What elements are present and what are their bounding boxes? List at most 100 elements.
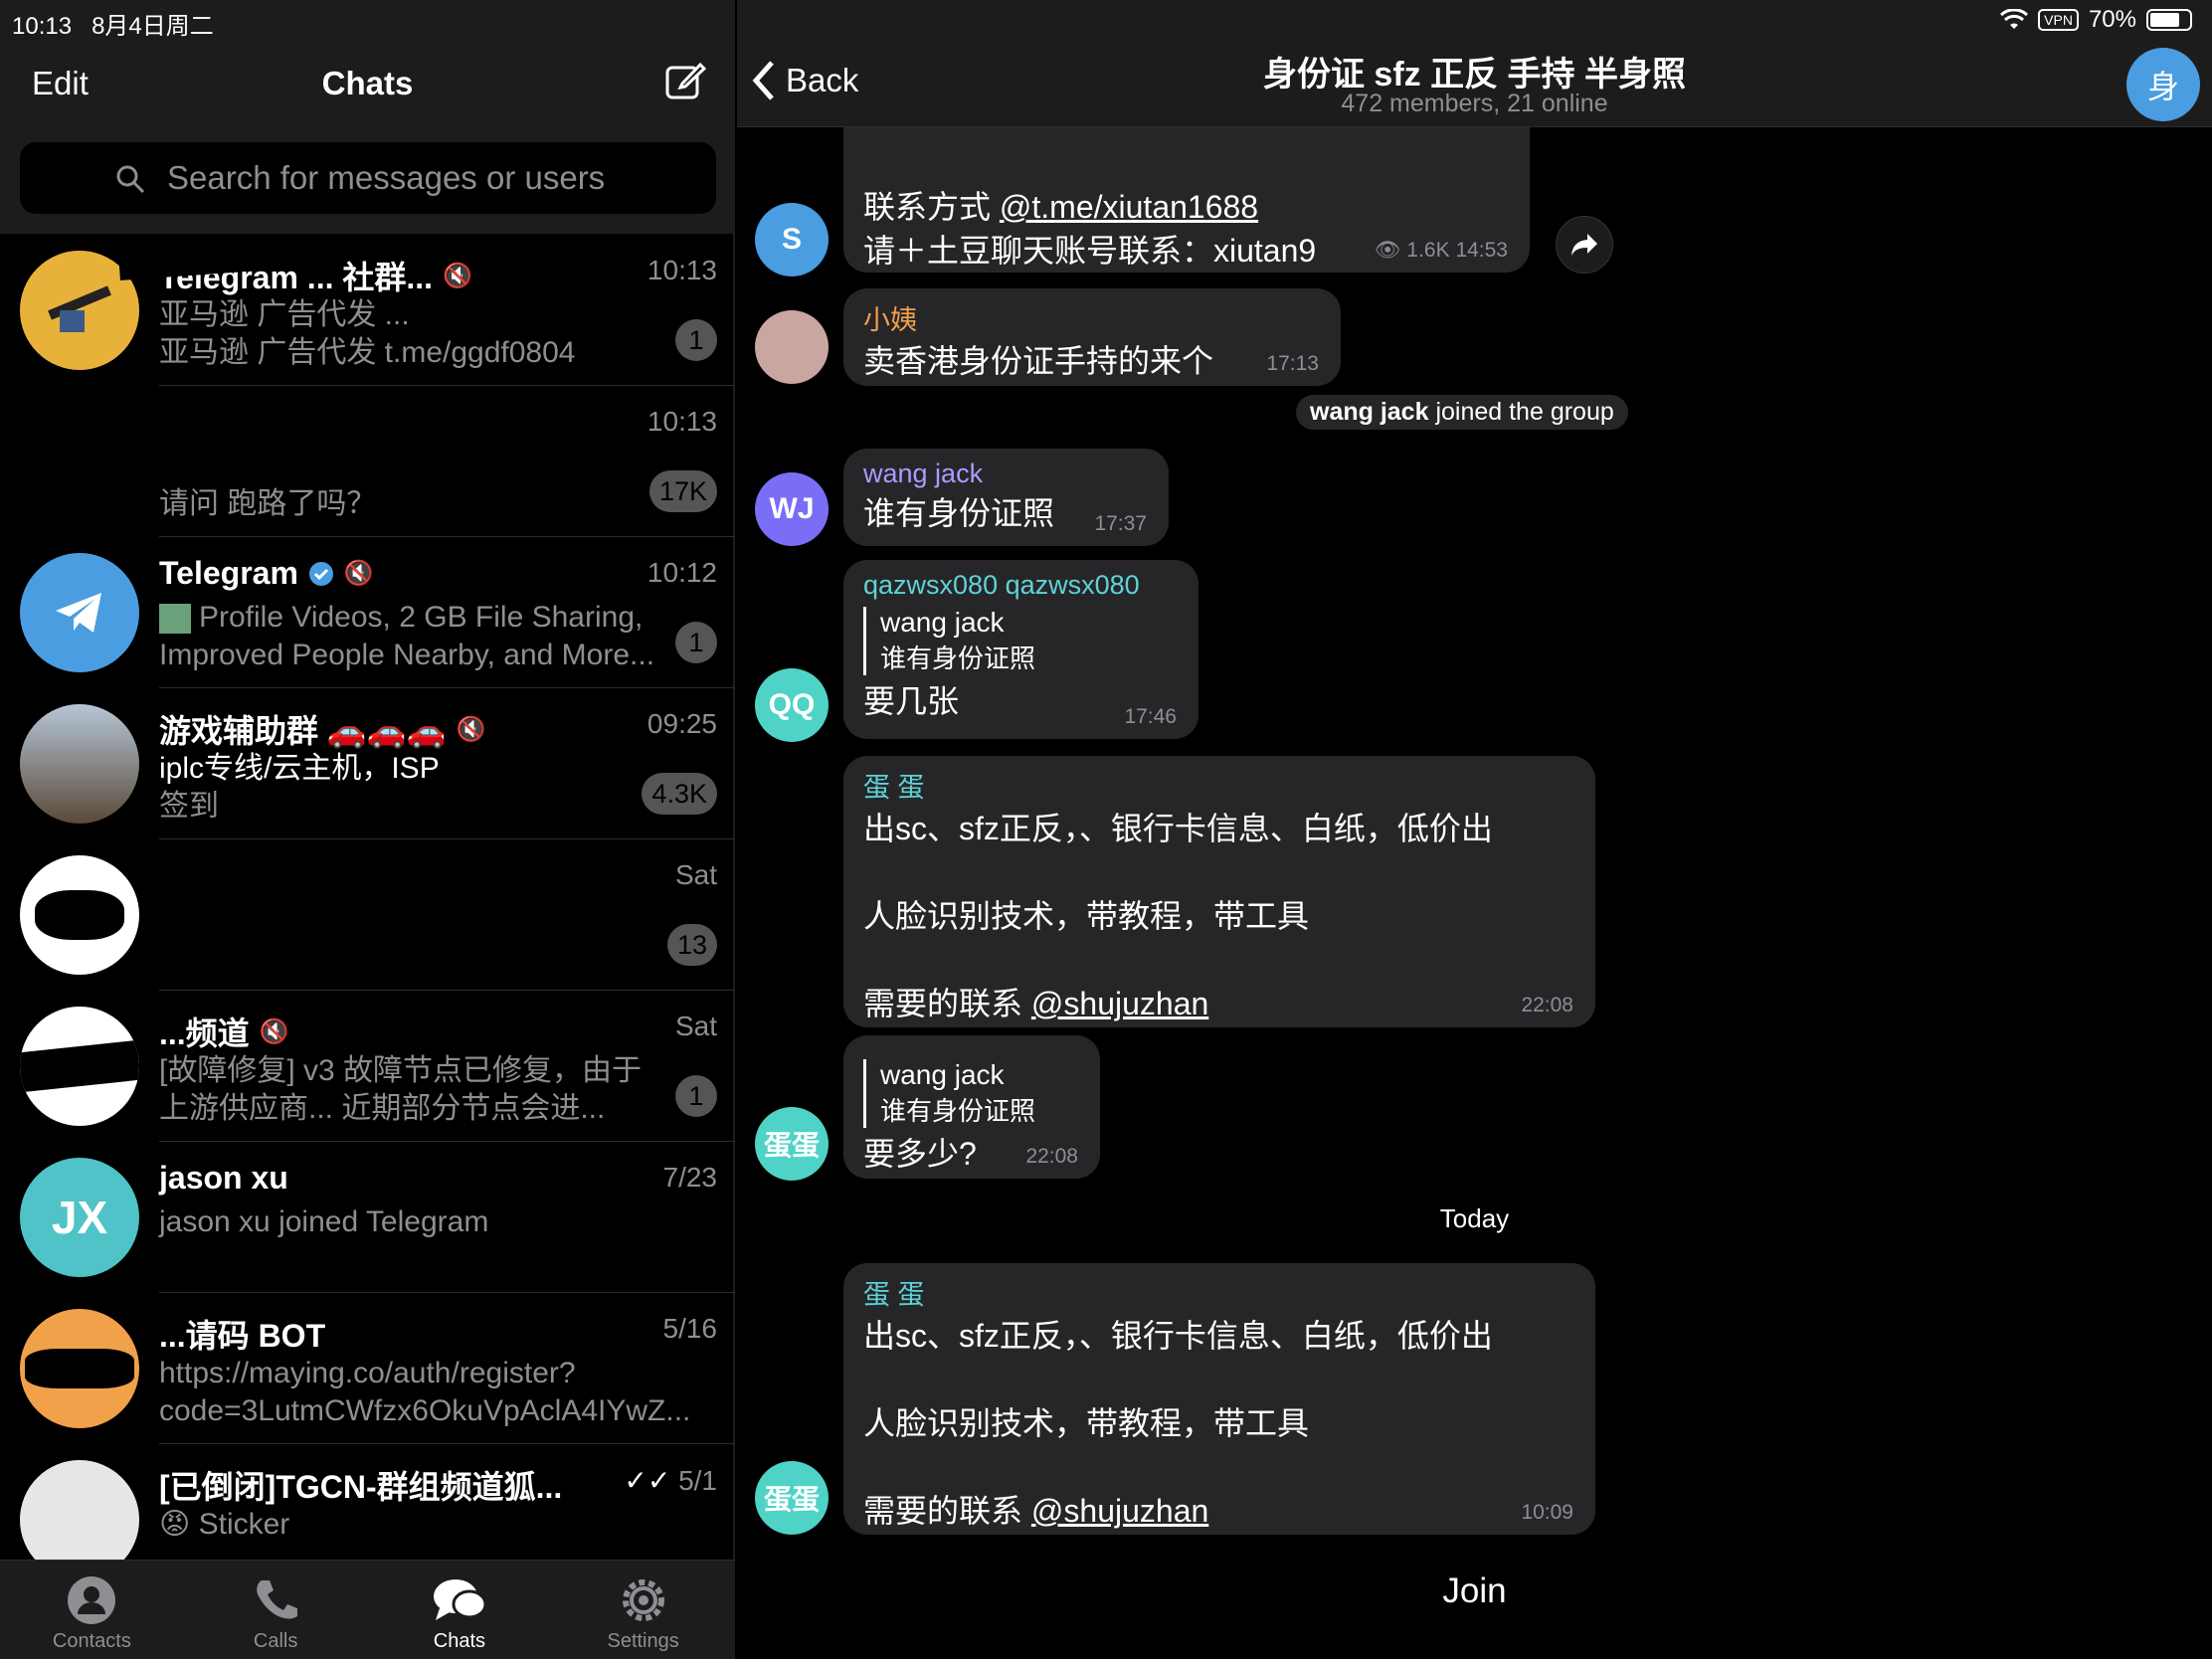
sender-avatar[interactable]: QQ <box>755 668 829 742</box>
telegram-plane-icon <box>56 593 101 633</box>
chat-preview: iplc专线/云主机，ISP 签到 <box>159 752 440 823</box>
message-text: 人脸识别技术，带教程，带工具 <box>863 898 1310 934</box>
battery-icon <box>2146 9 2192 31</box>
compose-icon[interactable] <box>664 60 706 101</box>
chat-avatar <box>20 553 139 672</box>
muted-icon: 🔇 <box>259 1017 289 1045</box>
chat-row[interactable]: Sat 13 <box>0 839 735 991</box>
unread-badge: 13 <box>666 924 717 966</box>
chats-title: Chats <box>321 65 414 101</box>
chat-name: ...频道 🔇 <box>159 1015 289 1051</box>
message-time: 22:08 <box>1521 994 1573 1016</box>
message-link[interactable]: @shujuzhan <box>1031 986 1208 1021</box>
chat-avatar: JX <box>20 1158 139 1277</box>
system-message: wang jack joined the group <box>1296 395 1628 430</box>
read-check-icon: ✓✓ <box>624 1465 671 1496</box>
message-meta: 👁 1.6K 14:53 <box>1374 239 1508 262</box>
muted-icon: 🔇 <box>456 715 486 743</box>
chat-row[interactable]: 游戏辅助群 🚗🚗🚗 🔇 09:25 iplc专线/云主机，ISP 签到 4.3K <box>0 688 735 839</box>
verified-icon <box>308 561 333 586</box>
chat-avatar <box>20 1309 139 1428</box>
message-sender: 蛋 蛋 <box>863 1280 925 1310</box>
tab-calls[interactable]: Calls <box>184 1561 368 1659</box>
chat-avatar <box>20 402 139 521</box>
chat-row[interactable]: ...频道 🔇 Sat [故障修复] v3 故障节点已修复，由于 上游供应商... … <box>0 991 735 1142</box>
message-bubble: wang jack 谁有身份证照 17:37 <box>843 449 1169 546</box>
chat-preview: https://maying.co/auth/register? code=3Lu… <box>159 1357 691 1427</box>
reply-quote[interactable]: wang jack 谁有身份证照 <box>863 1059 1080 1128</box>
chat-preview: 请问 跑路了吗？ <box>159 487 377 520</box>
wifi-icon <box>2000 9 2029 29</box>
chat-preview: [故障修复] v3 故障节点已修复，由于 上游供应商... 近期部分节点会进... <box>159 1054 643 1125</box>
status-bar: 10:13 8月4日周二 VPN 70% <box>0 0 2212 40</box>
message-bubble: 蛋 蛋 出sc、sfz正反，、银行卡信息、白纸，低价出 人脸识别技术，带教程，带… <box>843 1263 1595 1535</box>
chat-list-panel: Edit Chats Search for messages or users … <box>0 0 735 1659</box>
message-bubble: 小姨 卖香港身份证手持的来个 17:13 <box>843 288 1341 386</box>
message-text: 卖香港身份证手持的来个 <box>863 343 1214 379</box>
search-input[interactable]: Search for messages or users <box>20 142 716 214</box>
tab-bar: Contacts Calls Chats Settings <box>0 1560 735 1659</box>
sender-avatar[interactable]: 蛋蛋 <box>755 1461 829 1535</box>
group-avatar[interactable]: 身 <box>2126 48 2200 121</box>
chat-name: 游戏辅助群 🚗🚗🚗 🔇 <box>159 713 486 749</box>
share-button[interactable] <box>1556 216 1613 274</box>
contacts-icon <box>68 1576 116 1624</box>
sender-avatar[interactable]: 蛋蛋 <box>755 1107 829 1181</box>
sender-avatar[interactable]: S <box>755 203 829 276</box>
unread-badge: 1 <box>675 1075 717 1117</box>
message-bubble: qazwsx080 qazwsx080 wang jack 谁有身份证照 要几张 … <box>843 560 1198 739</box>
join-button[interactable]: Join <box>737 1571 2212 1611</box>
sender-avatar[interactable]: WJ <box>755 472 829 546</box>
message-text: 联系方式 @t.me/xiutan1688 <box>863 189 1259 225</box>
unread-badge: 4.3K <box>642 773 717 815</box>
tab-settings[interactable]: Settings <box>551 1561 735 1659</box>
eye-icon: 👁 <box>1374 239 1401 262</box>
message-time: 10:09 <box>1521 1501 1573 1524</box>
chat-time: 7/23 <box>662 1162 718 1193</box>
search-icon <box>116 165 145 194</box>
message-link[interactable]: @shujuzhan <box>1031 1493 1208 1529</box>
unread-badge: 17K <box>648 470 717 512</box>
vpn-badge: VPN <box>2038 9 2079 31</box>
chat-avatar <box>20 704 139 824</box>
status-time-date: 10:13 8月4日周二 <box>12 6 214 41</box>
chat-time: 10:13 <box>646 406 717 437</box>
chat-row[interactable]: 10:13 请问 跑路了吗？ 17K <box>0 386 735 537</box>
chat-row[interactable]: JX jason xu 7/23 jason xu joined Telegra… <box>0 1142 735 1293</box>
chat-name: Telegram 🔇 <box>159 555 374 591</box>
chat-time: 09:25 <box>646 708 717 739</box>
sender-avatar[interactable] <box>755 310 829 384</box>
muted-icon: 🔇 <box>343 560 374 587</box>
chat-row[interactable]: Telegram 🔇 10:12 Profile Videos, 2 GB Fi… <box>0 537 735 688</box>
chat-row[interactable]: Telegram ... 社群... 🔇 10:13 亚马逊 广告代发 ... 亚马… <box>0 235 735 386</box>
battery-percent: 70% <box>2088 6 2136 33</box>
chat-time: ✓✓ 5/1 <box>624 1465 717 1496</box>
message-bubble: 蛋 蛋 出sc、sfz正反，、银行卡信息、白纸，低价出 人脸识别技术，带教程，带… <box>843 756 1595 1027</box>
status-right: VPN 70% <box>2000 6 2192 34</box>
reply-quote[interactable]: wang jack 谁有身份证照 <box>863 607 1179 675</box>
group-title: 身份证 sfz 正反 手持 半身照 <box>1262 56 1687 93</box>
message-text: 需要的联系 @shujuzhan <box>863 986 1209 1021</box>
message-bubble: 联系方式 @t.me/xiutan1688 请＋土豆聊天账号联系：xiutan9… <box>843 127 1530 273</box>
message-bubble: wang jack 谁有身份证照 要多少? 22:08 <box>843 1035 1100 1179</box>
chat-time: 10:12 <box>646 557 717 588</box>
chat-row[interactable]: ...请码 BOT 5/16 https://maying.co/auth/re… <box>0 1293 735 1444</box>
date-separator: Today <box>1439 1203 1510 1233</box>
unread-badge: 1 <box>675 622 717 663</box>
chat-avatar <box>20 1007 139 1126</box>
message-link[interactable]: @t.me/xiutan1688 <box>1000 189 1258 225</box>
search-placeholder: Search for messages or users <box>167 159 606 196</box>
status-date: 8月4日周二 <box>92 13 214 40</box>
message-text: 人脸识别技术，带教程，带工具 <box>863 1405 1310 1441</box>
gear-icon <box>622 1579 664 1621</box>
message-time: 17:37 <box>1094 512 1147 535</box>
tab-contacts[interactable]: Contacts <box>0 1561 184 1659</box>
message-sender: 小姨 <box>863 305 917 335</box>
phone-icon <box>257 1580 298 1619</box>
message-sender: wang jack <box>863 459 984 488</box>
group-subtitle: 472 members, 21 online <box>1341 90 1608 117</box>
message-time: 17:13 <box>1266 352 1319 375</box>
tab-chats[interactable]: Chats <box>368 1561 552 1659</box>
chat-time: 5/16 <box>662 1313 718 1344</box>
chat-name: [已倒闭]TGCN-群组频道狐... <box>159 1469 563 1505</box>
